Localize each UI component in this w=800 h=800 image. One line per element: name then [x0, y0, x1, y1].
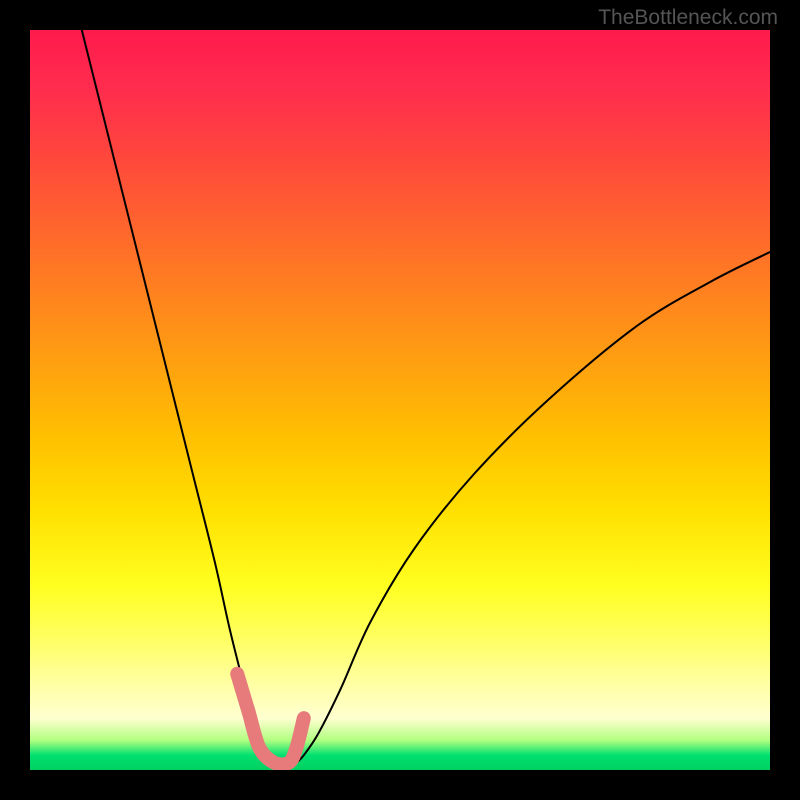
watermark-text: TheBottleneck.com [598, 6, 778, 30]
chart-background-gradient [30, 30, 770, 770]
